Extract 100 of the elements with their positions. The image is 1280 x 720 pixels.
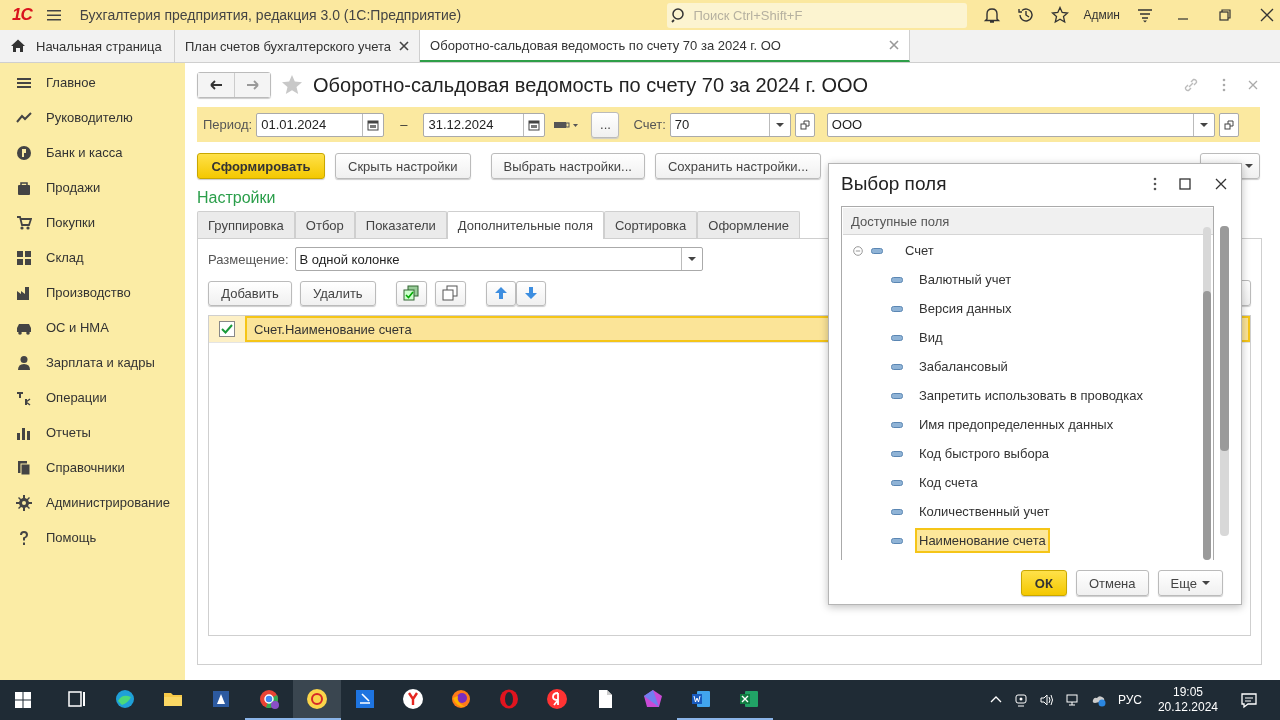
search-field[interactable]: Поиск Ctrl+Shift+F <box>691 1 964 29</box>
user-name[interactable]: Админ <box>1083 8 1120 22</box>
tree-item[interactable]: Забалансовый <box>915 354 1012 379</box>
app-logo[interactable]: 1С <box>12 5 32 25</box>
field-icon <box>891 305 903 312</box>
period-button[interactable]: ... <box>591 111 620 138</box>
generate-button[interactable]: Сформировать <box>197 153 325 179</box>
copy-icon <box>442 285 459 301</box>
camera-icon[interactable] <box>1013 693 1028 707</box>
open-window-icon <box>1223 119 1234 130</box>
settings-tab[interactable]: Сортировка <box>603 211 698 238</box>
field-icon <box>891 392 903 399</box>
sidebar-item[interactable]: Руководителю <box>0 100 185 135</box>
settings-menu-icon[interactable] <box>1136 6 1154 24</box>
tree-item[interactable]: Имя предопределенных данных <box>915 412 1118 437</box>
gear-icon <box>16 494 32 511</box>
command-button[interactable]: Скрыть настройки <box>335 153 471 179</box>
more-button[interactable]: Еще <box>1157 570 1223 596</box>
settings-tab[interactable]: Дополнительные поля <box>446 211 604 239</box>
settings-heading: Настройки <box>197 189 277 207</box>
caret-icon <box>1202 581 1210 585</box>
command-button[interactable]: Выбрать настройки... <box>490 153 645 179</box>
settings-tab[interactable]: Показатели <box>354 211 447 238</box>
scrollbar[interactable] <box>1203 227 1212 560</box>
menu-icon[interactable] <box>45 7 62 23</box>
tree-item[interactable]: Запретить использовать в проводках <box>915 383 1147 408</box>
restore-icon[interactable] <box>1216 6 1234 24</box>
placement-select[interactable]: В одной колонке <box>294 247 703 271</box>
close-icon[interactable] <box>399 41 410 51</box>
star-icon[interactable] <box>281 74 303 96</box>
date-field[interactable]: 01.01.2024 <box>256 112 385 137</box>
account-field[interactable]: 70 <box>669 112 791 137</box>
period-choice-icon[interactable] <box>553 119 580 130</box>
date-field[interactable]: 31.12.2024 <box>423 112 546 137</box>
windows-icon[interactable] <box>14 691 32 709</box>
period-label: Период: <box>203 117 253 132</box>
command-button[interactable]: Удалить <box>300 280 376 306</box>
settings-tab[interactable]: Группировка <box>197 211 295 238</box>
checkbox[interactable] <box>219 321 235 337</box>
sidebar-item[interactable]: Отчеты <box>0 415 185 450</box>
sidebar-item[interactable]: ОС и НМА <box>0 310 185 345</box>
more-icon[interactable] <box>1153 177 1157 191</box>
column-header: Доступные поля <box>843 208 1213 235</box>
tree-item[interactable]: Валютный учет <box>915 267 1016 292</box>
caret-icon <box>1199 122 1208 127</box>
maximize-icon[interactable] <box>1179 178 1191 190</box>
sidebar-item[interactable]: Склад <box>0 240 185 275</box>
tree-item[interactable]: Наименование счета <box>915 528 1050 553</box>
caret-icon <box>687 257 696 261</box>
coin-icon <box>16 144 32 161</box>
star-icon[interactable] <box>1051 6 1070 24</box>
organization-field[interactable]: ООО <box>826 112 1215 137</box>
page-tab[interactable]: Начальная страница <box>0 30 175 62</box>
tree-item[interactable]: Количественный учет <box>915 499 1054 524</box>
language-indicator[interactable]: РУС <box>1117 693 1142 707</box>
sidebar-item[interactable]: Продажи <box>0 170 185 205</box>
tree-item[interactable]: Код счета <box>915 470 982 495</box>
move-up-button[interactable] <box>485 280 516 306</box>
volume-icon[interactable] <box>1039 693 1054 707</box>
taskbar-app[interactable] <box>293 680 341 720</box>
notification-icon[interactable] <box>1240 691 1258 709</box>
books-icon <box>16 459 32 476</box>
collapse-icon[interactable] <box>853 245 863 256</box>
sidebar-item[interactable]: Покупки <box>0 205 185 240</box>
uncheck-all-button[interactable] <box>434 280 466 306</box>
sidebar-item[interactable]: Производство <box>0 275 185 310</box>
bell-icon[interactable] <box>983 6 1002 24</box>
check-all-button[interactable] <box>395 280 427 306</box>
sidebar-item[interactable]: Зарплата и кадры <box>0 345 185 380</box>
sidebar-item[interactable]: Помощь <box>0 520 185 555</box>
cancel-button[interactable]: Отмена <box>1075 570 1149 596</box>
close-icon[interactable] <box>1258 6 1276 24</box>
tree-item[interactable]: Код быстрого выбора <box>915 441 1054 466</box>
debit-credit-icon <box>16 389 32 406</box>
calendar-icon <box>528 118 541 131</box>
search-box[interactable]: Поиск Ctrl+Shift+F <box>667 2 968 28</box>
network-icon[interactable] <box>1065 693 1080 707</box>
page-tab[interactable]: Оборотно-сальдовая ведомость по счету 70 за 2024 г. ОО <box>420 30 911 62</box>
command-button[interactable]: Сохранить настройки... <box>654 153 822 179</box>
sidebar-item[interactable]: Операции <box>0 380 185 415</box>
command-button[interactable]: Добавить <box>208 280 292 306</box>
field-icon <box>891 537 903 544</box>
sidebar-item[interactable]: Банк и касса <box>0 135 185 170</box>
tree-item[interactable]: Счет <box>901 238 938 263</box>
clock[interactable]: 19:05 20.12.2024 <box>1157 685 1218 715</box>
calendar-icon <box>367 118 380 131</box>
field-icon <box>891 450 903 457</box>
back-button[interactable] <box>198 73 234 97</box>
close-icon[interactable] <box>1215 178 1227 190</box>
history-icon[interactable] <box>1017 6 1036 24</box>
move-down-button[interactable] <box>515 280 546 306</box>
sidebar-item[interactable]: Администрирование <box>0 485 185 520</box>
settings-tab[interactable]: Отбор <box>294 211 355 238</box>
settings-tab[interactable]: Оформление <box>697 211 800 238</box>
sidebar-item[interactable]: Справочники <box>0 450 185 485</box>
ok-button[interactable]: ОК <box>1020 570 1067 596</box>
excel-icon <box>738 688 760 710</box>
scrollbar[interactable] <box>1220 226 1229 536</box>
sidebar-item[interactable]: Главное <box>0 65 185 100</box>
cloud-icon[interactable] <box>1091 693 1106 707</box>
